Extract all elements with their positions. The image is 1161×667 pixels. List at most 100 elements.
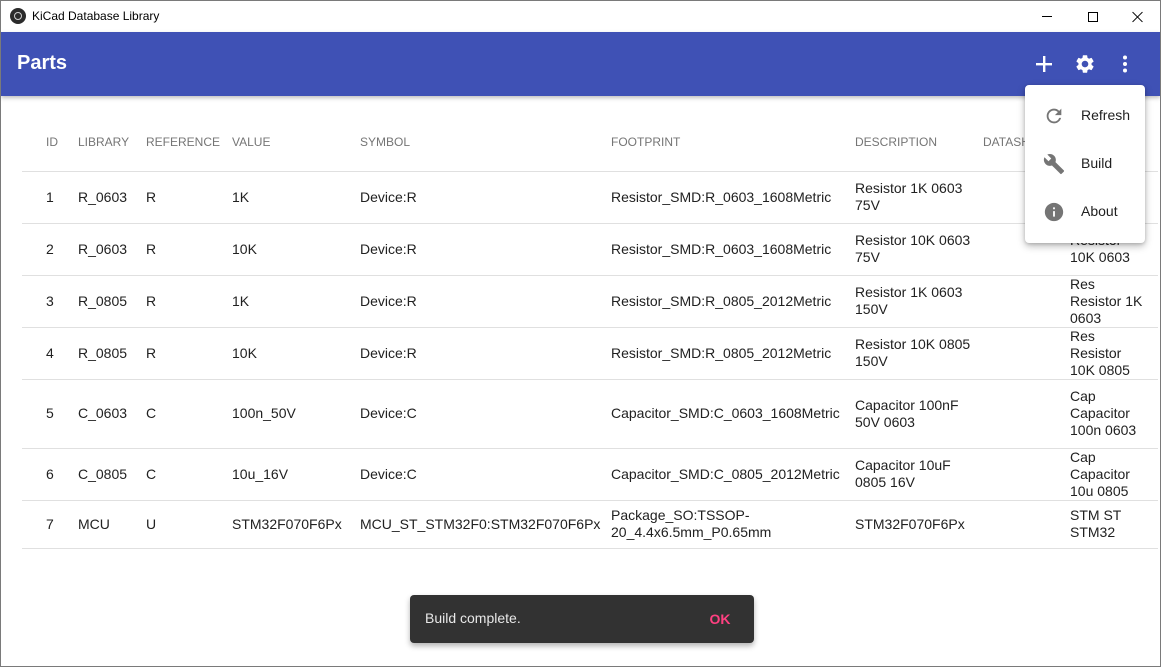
cell-description: STM32F070F6Px [855,500,983,549]
cell-library: R_0603 [78,171,146,224]
minimize-button[interactable] [1024,1,1070,32]
cell-description: Capacitor 100nF 50V 0603 [855,379,983,449]
cell-extra: Res Resistor 1K 0603 [1070,275,1158,328]
cell-symbol: MCU_ST_STM32F0:STM32F070F6Px [360,500,611,549]
maximize-icon [1088,11,1098,22]
cell-value: 1K [232,171,360,224]
cell-value: 100n_50V [232,379,360,449]
cell-reference: R [146,223,232,276]
cell-extra: Res Resistor 10K 0805 [1070,327,1158,380]
cell-id: 2 [22,223,78,276]
table-row[interactable]: 2 R_0603 R 10K Device:R Resistor_SMD:R_0… [22,223,1158,276]
cell-extra: Cap Capacitor 10u 0805 [1070,448,1158,501]
title-bar[interactable]: KiCad Database Library [1,1,1160,32]
settings-button[interactable] [1069,48,1101,80]
parts-table: ID LIBRARY REFERENCE VALUE SYMBOL FOOTPR… [22,114,1158,549]
cell-footprint: Package_SO:TSSOP-20_4.4x6.5mm_P0.65mm [611,500,855,549]
minimize-icon [1042,16,1052,17]
cell-id: 6 [22,448,78,501]
menu-item-label: Build [1081,155,1113,171]
table-row[interactable]: 7 MCU U STM32F070F6Px MCU_ST_STM32F0:STM… [22,500,1158,549]
menu-item-label: Refresh [1081,107,1131,123]
cell-value: 10u_16V [232,448,360,501]
more-options-button[interactable] [1109,48,1141,80]
cell-footprint: Resistor_SMD:R_0603_1608Metric [611,171,855,224]
cell-reference: C [146,448,232,501]
cell-extra: STM ST STM32 [1070,500,1158,549]
table-row[interactable]: 3 R_0805 R 1K Device:R Resistor_SMD:R_08… [22,275,1158,328]
menu-item-about[interactable]: About [1025,187,1145,235]
cell-reference: R [146,327,232,380]
cell-footprint: Resistor_SMD:R_0805_2012Metric [611,275,855,328]
cell-library: C_0805 [78,448,146,501]
add-icon [1036,56,1052,72]
table-row[interactable]: 4 R_0805 R 10K Device:R Resistor_SMD:R_0… [22,327,1158,380]
close-icon [1132,11,1144,23]
cell-symbol: Device:R [360,171,611,224]
snackbar-message: Build complete. [425,610,521,626]
add-part-button[interactable] [1028,48,1060,80]
close-button[interactable] [1115,1,1160,32]
cell-symbol: Device:R [360,223,611,276]
table-row[interactable]: 1 R_0603 R 1K Device:R Resistor_SMD:R_06… [22,171,1158,224]
cell-symbol: Device:R [360,275,611,328]
table-row[interactable]: 5 C_0603 C 100n_50V Device:C Capacitor_S… [22,379,1158,449]
cell-reference: R [146,171,232,224]
header-reference[interactable]: REFERENCE [146,114,232,172]
cell-id: 3 [22,275,78,328]
cell-footprint: Resistor_SMD:R_0805_2012Metric [611,327,855,380]
cell-description: Resistor 10K 0603 75V [855,223,983,276]
cell-extra: Cap Capacitor 100n 0603 [1070,379,1158,449]
header-library[interactable]: LIBRARY [78,114,146,172]
table-row[interactable]: 6 C_0805 C 10u_16V Device:C Capacitor_SM… [22,448,1158,501]
settings-icon [1076,55,1094,73]
cell-footprint: Capacitor_SMD:C_0603_1608Metric [611,379,855,449]
wrench-icon [1043,153,1065,175]
window-title: KiCad Database Library [32,9,160,23]
cell-datasheet [983,275,1070,328]
overflow-menu: Refresh Build About [1025,85,1145,243]
header-footprint[interactable]: FOOTPRINT [611,114,855,172]
cell-library: MCU [78,500,146,549]
cell-description: Capacitor 10uF 0805 16V [855,448,983,501]
cell-value: 10K [232,327,360,380]
menu-item-refresh[interactable]: Refresh [1025,91,1145,139]
menu-item-build[interactable]: Build [1025,139,1145,187]
cell-value: 1K [232,275,360,328]
cell-description: Resistor 1K 0603 150V [855,275,983,328]
cell-description: Resistor 10K 0805 150V [855,327,983,380]
cell-datasheet [983,448,1070,501]
header-id[interactable]: ID [22,114,78,172]
info-icon [1043,201,1065,223]
cell-library: R_0603 [78,223,146,276]
more-vert-icon [1123,55,1127,73]
maximize-button[interactable] [1070,1,1116,32]
snackbar: Build complete. OK [410,595,754,643]
cell-reference: U [146,500,232,549]
menu-item-label: About [1081,203,1118,219]
kicad-app-icon [10,8,26,24]
cell-library: C_0603 [78,379,146,449]
snackbar-ok-button[interactable]: OK [702,605,738,633]
cell-reference: C [146,379,232,449]
cell-value: 10K [232,223,360,276]
cell-datasheet [983,379,1070,449]
page-title: Parts [17,52,68,74]
cell-symbol: Device:C [360,448,611,501]
cell-id: 7 [22,500,78,549]
header-symbol[interactable]: SYMBOL [360,114,611,172]
cell-id: 1 [22,171,78,224]
cell-description: Resistor 1K 0603 75V [855,171,983,224]
cell-symbol: Device:C [360,379,611,449]
cell-library: R_0805 [78,275,146,328]
refresh-icon [1043,105,1065,127]
cell-datasheet [983,327,1070,380]
cell-library: R_0805 [78,327,146,380]
table-header-row: ID LIBRARY REFERENCE VALUE SYMBOL FOOTPR… [22,114,1158,172]
header-value[interactable]: VALUE [232,114,360,172]
cell-reference: R [146,275,232,328]
cell-datasheet [983,500,1070,549]
header-description[interactable]: DESCRIPTION [855,114,983,172]
cell-id: 5 [22,379,78,449]
app-window: KiCad Database Library Parts ID LIBRARY [0,0,1161,667]
